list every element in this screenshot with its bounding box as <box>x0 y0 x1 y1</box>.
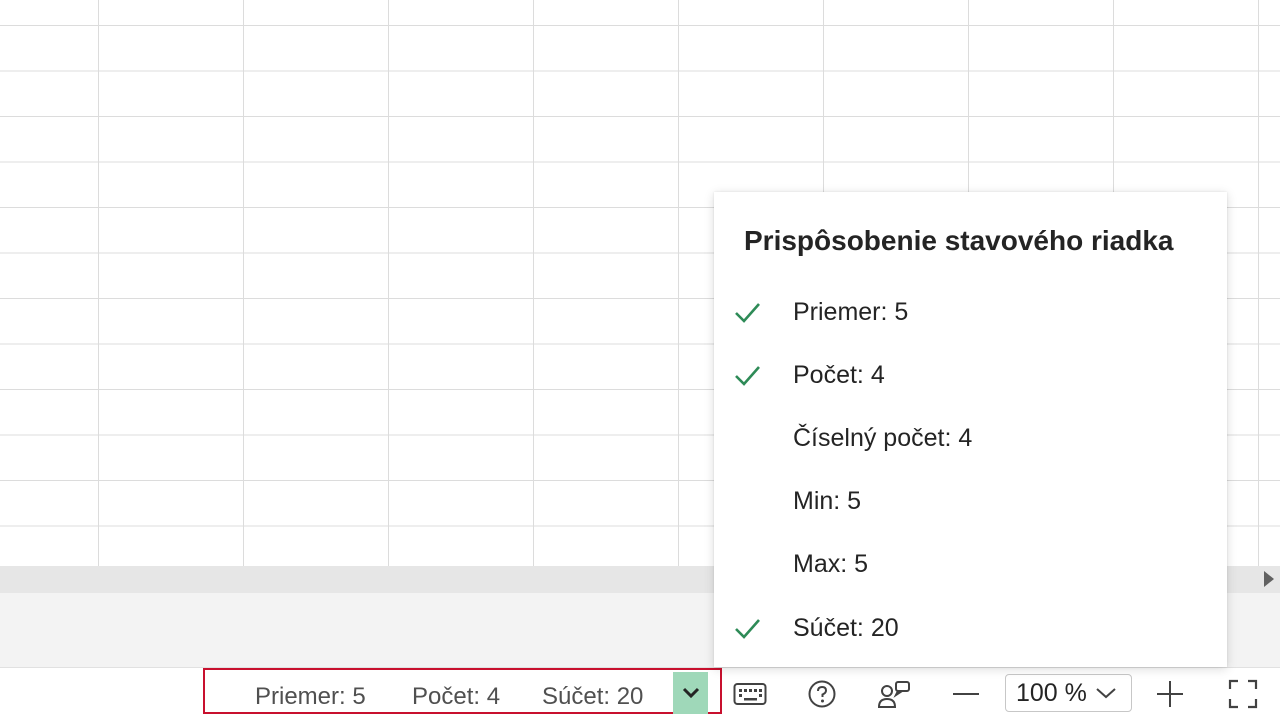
zoom-value: 100 % <box>1016 678 1087 707</box>
help-button[interactable] <box>806 674 838 714</box>
keyboard-button[interactable] <box>732 674 768 714</box>
menu-item-label: Počet: 4 <box>793 360 885 389</box>
zoom-in-button[interactable] <box>1154 674 1186 714</box>
menu-item-average[interactable]: Priemer: 5 <box>714 287 1227 337</box>
checkmark-icon <box>735 366 760 386</box>
menu-item-label: Min: 5 <box>793 486 862 515</box>
menu-item-numerical-count[interactable]: Číselný počet: 4 <box>714 413 1227 463</box>
menu-item-max[interactable]: Max: 5 <box>714 539 1227 589</box>
feedback-button[interactable] <box>876 674 912 714</box>
status-customize-button[interactable] <box>673 672 708 714</box>
keyboard-icon <box>733 683 767 705</box>
fullscreen-button[interactable] <box>1227 674 1259 714</box>
zoom-out-button[interactable] <box>950 674 982 714</box>
status-average: Priemer: 5 <box>255 683 366 710</box>
menu-item-label: Číselný počet: 4 <box>793 423 973 452</box>
feedback-icon <box>877 681 910 708</box>
menu-item-label: Súčet: 20 <box>793 613 899 642</box>
popup-title: Prispôsobenie stavového riadka <box>744 225 1174 256</box>
status-count: Počet: 4 <box>412 683 501 710</box>
chevron-down-icon <box>1096 688 1116 699</box>
chevron-down-icon <box>682 687 699 699</box>
status-sum: Súčet: 20 <box>542 683 644 710</box>
menu-item-count[interactable]: Počet: 4 <box>714 350 1227 400</box>
zoom-dropdown[interactable]: 100 % <box>1005 674 1132 712</box>
menu-item-min[interactable]: Min: 5 <box>714 476 1227 526</box>
menu-item-sum[interactable]: Súčet: 20 <box>714 603 1227 653</box>
menu-item-label: Priemer: 5 <box>793 297 909 326</box>
zoom-in-icon <box>1157 681 1183 707</box>
zoom-out-icon <box>953 693 979 695</box>
fullscreen-icon <box>1228 679 1258 709</box>
help-icon <box>808 680 836 708</box>
menu-item-label: Max: 5 <box>793 549 869 578</box>
customize-status-bar-popup: Prispôsobenie stavového riadka Priemer: … <box>714 192 1227 667</box>
scroll-right-icon[interactable] <box>1264 571 1274 587</box>
checkmark-icon <box>735 619 760 639</box>
checkmark-icon <box>735 303 760 323</box>
